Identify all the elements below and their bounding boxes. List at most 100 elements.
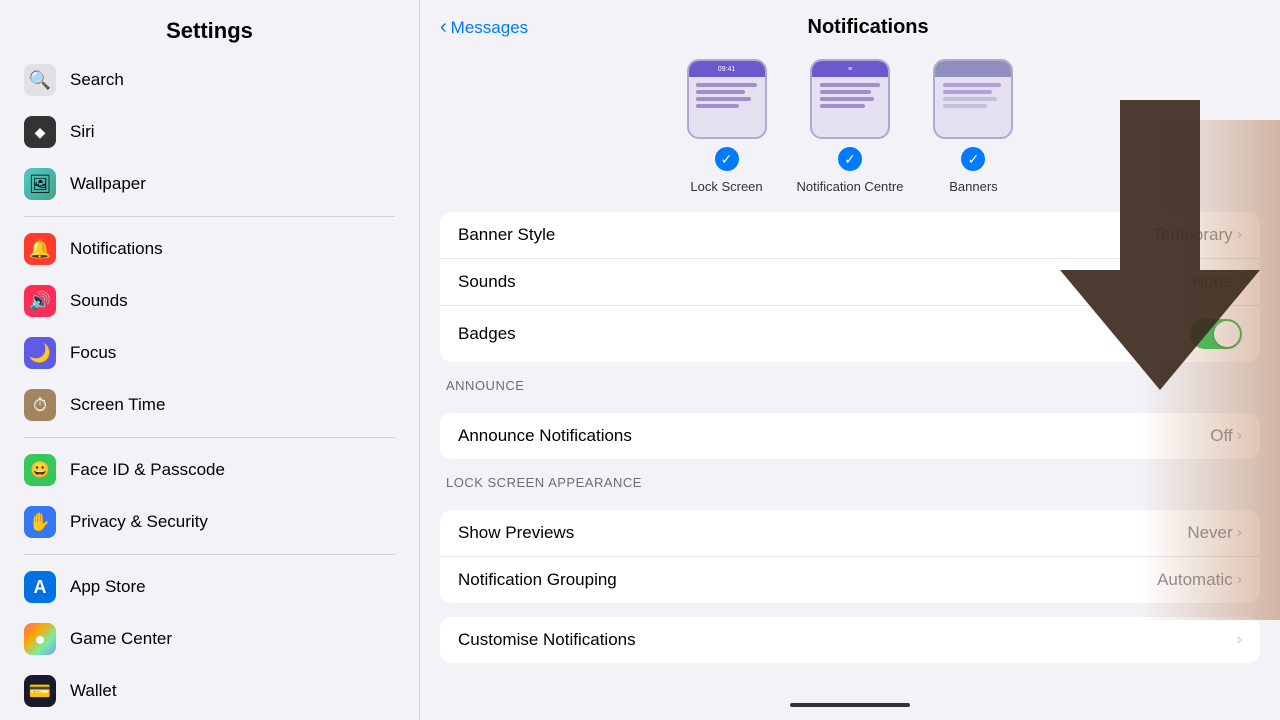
banner-style-chevron: › xyxy=(1237,226,1242,244)
notification-grouping-label: Notification Grouping xyxy=(458,570,1157,590)
divider-2 xyxy=(24,437,395,438)
banners-topbar xyxy=(935,61,1011,77)
style-option-banners[interactable]: ✓ Banners xyxy=(933,59,1013,194)
nav-back-label: Messages xyxy=(451,18,528,38)
announce-section-header: ANNOUNCE xyxy=(440,362,1260,399)
announce-notifications-chevron: › xyxy=(1237,427,1242,445)
sidebar-item-focus[interactable]: 🌙 Focus xyxy=(12,327,407,379)
nav-title: Notifications xyxy=(536,16,1200,39)
banners-label: Banners xyxy=(949,179,997,194)
sidebar-item-appstore[interactable]: A App Store xyxy=(12,561,407,613)
show-previews-label: Show Previews xyxy=(458,523,1187,543)
announce-notifications-row[interactable]: Announce Notifications Off › xyxy=(440,413,1260,459)
sidebar-label-search: Search xyxy=(70,70,124,90)
sidebar-label-gamecenter: Game Center xyxy=(70,629,172,649)
lockscreen-label: Lock Screen xyxy=(690,179,762,194)
customise-row[interactable]: Customise Notifications › xyxy=(440,617,1260,663)
lockscreen-topbar: 09:41 xyxy=(689,61,765,77)
divider-3 xyxy=(24,554,395,555)
badges-toggle-knob xyxy=(1214,321,1240,347)
show-previews-chevron: › xyxy=(1237,524,1242,542)
notifcenter-lines xyxy=(820,83,881,108)
sounds-row-label: Sounds xyxy=(458,272,1192,292)
customise-chevron: › xyxy=(1237,631,1242,649)
notifcenter-label: Notification Centre xyxy=(797,179,904,194)
sidebar-item-privacy[interactable]: ✋ Privacy & Security xyxy=(12,496,407,548)
notification-grouping-row[interactable]: Notification Grouping Automatic › xyxy=(440,557,1260,603)
sidebar-label-faceid: Face ID & Passcode xyxy=(70,460,225,480)
lockscreen-check: ✓ xyxy=(715,147,739,171)
sidebar-item-gamecenter[interactable]: ● Game Center xyxy=(12,613,407,665)
sidebar-item-siri[interactable]: ◆ Siri xyxy=(12,106,407,158)
announce-card: Announce Notifications Off › xyxy=(440,413,1260,459)
divider-1 xyxy=(24,216,395,217)
banner-style-label: Banner Style xyxy=(458,225,1152,245)
sidebar-item-screentime[interactable]: ⏱ Screen Time xyxy=(12,379,407,431)
screentime-icon: ⏱ xyxy=(24,389,56,421)
siri-icon: ◆ xyxy=(24,116,56,148)
lockscreen-lines xyxy=(696,83,757,108)
sidebar-item-faceid[interactable]: 😀 Face ID & Passcode xyxy=(12,444,407,496)
sidebar-list: 🔍 Search ◆ Siri 🖼 Wallpaper 🔔 Notificati… xyxy=(0,54,419,720)
sidebar-item-wallpaper[interactable]: 🖼 Wallpaper xyxy=(12,158,407,210)
sidebar-item-notifications[interactable]: 🔔 Notifications xyxy=(12,223,407,275)
sidebar-label-privacy: Privacy & Security xyxy=(70,512,208,532)
sidebar-item-sounds[interactable]: 🔊 Sounds xyxy=(12,275,407,327)
customise-label: Customise Notifications xyxy=(458,630,1237,650)
wallpaper-icon: 🖼 xyxy=(24,168,56,200)
notifcenter-topbar: ≡ xyxy=(812,61,888,77)
banners-preview xyxy=(933,59,1013,139)
sidebar-label-wallpaper: Wallpaper xyxy=(70,174,146,194)
sidebar-label-focus: Focus xyxy=(70,343,116,363)
alerts-card: Banner Style Temporary › Sounds None › B… xyxy=(440,212,1260,362)
notification-style-picker: 09:41 ✓ Lock Screen ≡ xyxy=(440,47,1260,198)
sidebar: Settings 🔍 Search ◆ Siri 🖼 Wallpaper 🔔 N… xyxy=(0,0,420,720)
badges-row-label: Badges xyxy=(458,324,1190,344)
notifcenter-preview: ≡ xyxy=(810,59,890,139)
notification-grouping-chevron: › xyxy=(1237,571,1242,589)
sidebar-label-siri: Siri xyxy=(70,122,95,142)
sounds-icon: 🔊 xyxy=(24,285,56,317)
nav-back-button[interactable]: ‹ Messages xyxy=(440,16,528,39)
banners-check: ✓ xyxy=(961,147,985,171)
show-previews-value: Never xyxy=(1187,523,1232,543)
wallet-icon: 💳 xyxy=(24,675,56,707)
lock-screen-section-header: LOCK SCREEN APPEARANCE xyxy=(440,459,1260,496)
banners-lines xyxy=(943,83,1004,108)
home-bar-line xyxy=(790,703,910,707)
customise-card: Customise Notifications › xyxy=(440,617,1260,663)
badges-row[interactable]: Badges xyxy=(440,306,1260,362)
announce-notifications-label: Announce Notifications xyxy=(458,426,1210,446)
sidebar-label-notifications: Notifications xyxy=(70,239,163,259)
notification-grouping-value: Automatic xyxy=(1157,570,1233,590)
show-previews-row[interactable]: Show Previews Never › xyxy=(440,510,1260,557)
style-option-lockscreen[interactable]: 09:41 ✓ Lock Screen xyxy=(687,59,767,194)
sidebar-label-appstore: App Store xyxy=(70,577,146,597)
gamecenter-icon: ● xyxy=(24,623,56,655)
search-icon: 🔍 xyxy=(24,64,56,96)
appstore-icon: A xyxy=(24,571,56,603)
banner-style-value: Temporary xyxy=(1152,225,1232,245)
sounds-row-chevron: › xyxy=(1237,273,1242,291)
announce-notifications-value: Off xyxy=(1210,426,1232,446)
sounds-row-value: None xyxy=(1192,272,1233,292)
back-chevron-icon: ‹ xyxy=(440,16,447,39)
sidebar-title: Settings xyxy=(0,0,419,54)
content-area: 09:41 ✓ Lock Screen ≡ xyxy=(420,47,1280,686)
badges-toggle[interactable] xyxy=(1190,319,1242,349)
privacy-icon: ✋ xyxy=(24,506,56,538)
faceid-icon: 😀 xyxy=(24,454,56,486)
home-bar xyxy=(420,686,1280,720)
sidebar-item-search[interactable]: 🔍 Search xyxy=(12,54,407,106)
sidebar-label-screentime: Screen Time xyxy=(70,395,165,415)
banner-style-row[interactable]: Banner Style Temporary › xyxy=(440,212,1260,259)
nav-bar: ‹ Messages Notifications xyxy=(420,0,1280,47)
sounds-row[interactable]: Sounds None › xyxy=(440,259,1260,306)
sidebar-item-wallet[interactable]: 💳 Wallet xyxy=(12,665,407,717)
sidebar-label-wallet: Wallet xyxy=(70,681,117,701)
style-option-notifcenter[interactable]: ≡ ✓ Notification Centre xyxy=(797,59,904,194)
main-content: ‹ Messages Notifications 09:41 xyxy=(420,0,1280,720)
notifcenter-check: ✓ xyxy=(838,147,862,171)
notifications-icon: 🔔 xyxy=(24,233,56,265)
lock-screen-card: Show Previews Never › Notification Group… xyxy=(440,510,1260,603)
